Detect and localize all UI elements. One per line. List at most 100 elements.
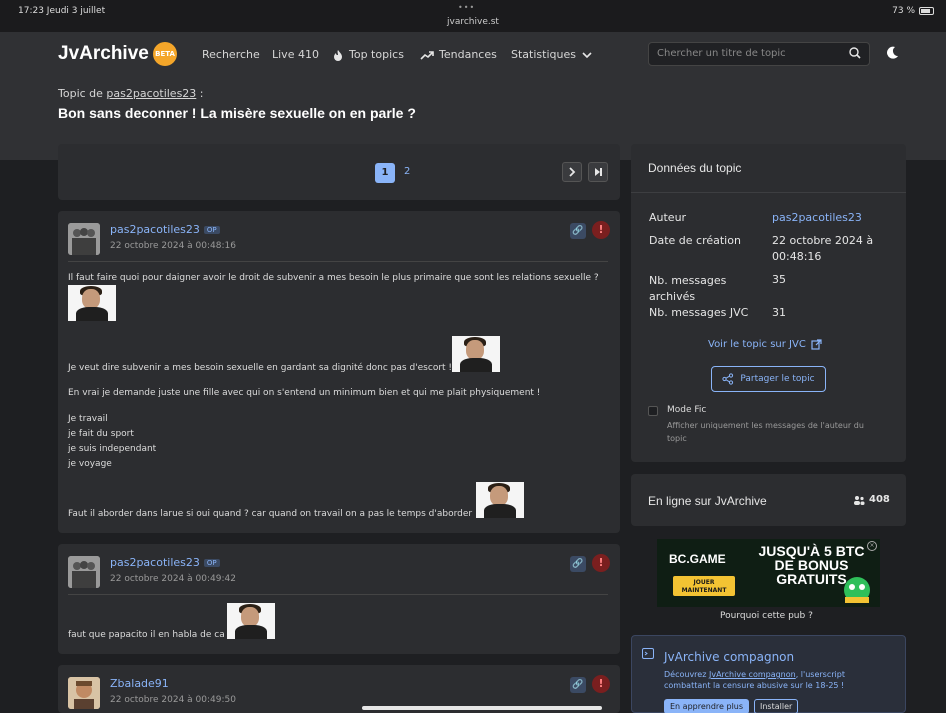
op-badge: OP: [203, 559, 220, 567]
sticker-face: [466, 340, 484, 360]
status-time: 17:23 Jeudi 3 juillet: [18, 6, 106, 16]
page-1-button[interactable]: 1: [375, 163, 395, 183]
sticker-body: [76, 307, 108, 321]
terminal-icon: [642, 648, 654, 659]
fic-desc-line2: topic: [667, 434, 687, 443]
search-input[interactable]: Chercher un titre de topic: [648, 42, 870, 66]
post-author-link[interactable]: Zbalade91: [110, 677, 169, 690]
nav-search[interactable]: Recherche: [202, 48, 260, 61]
post-text: je suis independant: [68, 444, 157, 454]
nav-live-label: Live 410: [272, 48, 319, 61]
op-badge: OP: [203, 226, 220, 234]
advertisement-banner[interactable]: BC.GAME JUSQU'À 5 BTC DE BONUS GRATUITS …: [657, 539, 880, 607]
share-topic-label: Partager le topic: [740, 374, 815, 384]
ad-mascot-icon: [844, 577, 870, 603]
nav-live[interactable]: Live 410: [272, 48, 319, 61]
battery-status: 73 %: [892, 6, 934, 16]
avatar[interactable]: [68, 677, 100, 709]
sticker-body: [235, 625, 267, 639]
view-on-jvc-link[interactable]: Voir le topic sur JVC: [708, 339, 822, 350]
post-author-name: Zbalade91: [110, 677, 169, 690]
post-header: pas2pacotiles23 OP 22 octobre 2024 à 00:4…: [68, 221, 608, 261]
companion-desc-prefix: Découvrez: [664, 670, 709, 679]
tab-dots-icon[interactable]: •••: [458, 3, 475, 12]
ad-cta-button[interactable]: JOUER MAINTENANT: [673, 576, 735, 596]
sticker-image: [68, 285, 116, 321]
last-page-button[interactable]: [588, 162, 608, 182]
search-placeholder: Chercher un titre de topic: [657, 48, 786, 59]
nav-trends[interactable]: Tendances: [420, 48, 497, 61]
post-date: 22 octobre 2024 à 00:48:16: [110, 241, 236, 251]
post-text: Faut il aborder dans larue si oui quand …: [68, 509, 473, 519]
post-text: faut que papacito il en habla de ca: [68, 630, 225, 640]
post-card: pas2pacotiles23 OP 22 octobre 2024 à 00:4…: [58, 211, 620, 533]
fic-mode-label: Mode Fic: [667, 405, 707, 415]
post-author-name: pas2pacotiles23: [110, 223, 200, 236]
avatar[interactable]: [68, 223, 100, 255]
fic-mode-description: Afficher uniquement les messages de l'au…: [667, 419, 864, 445]
post-text: Je veut dire subvenir a mes besoin sexue…: [68, 363, 453, 373]
next-page-button[interactable]: [562, 162, 582, 182]
report-icon[interactable]: !: [592, 221, 610, 239]
site-logo[interactable]: JvArchive: [58, 43, 149, 65]
jvc-count-label: Nb. messages JVC: [649, 306, 749, 319]
created-label: Date de création: [649, 234, 741, 247]
page-2-button[interactable]: 2: [404, 166, 410, 177]
home-indicator[interactable]: [362, 706, 602, 710]
users-icon: [854, 495, 865, 505]
install-button[interactable]: Installer: [754, 699, 799, 713]
search-icon[interactable]: [849, 47, 861, 59]
flame-icon: [334, 49, 342, 61]
sticker-body: [484, 504, 516, 518]
logo-badge-icon: BETA: [153, 42, 177, 66]
topic-title: Bon sans deconner ! La misère sexuelle o…: [58, 105, 416, 121]
post-author-link[interactable]: pas2pacotiles23 OP: [110, 223, 220, 236]
fic-mode-checkbox[interactable]: [648, 406, 658, 416]
battery-icon: [919, 7, 934, 15]
topic-author-link[interactable]: pas2pacotiles23: [106, 87, 196, 100]
author-label: Auteur: [649, 211, 687, 224]
post-date: 22 octobre 2024 à 00:49:50: [110, 695, 236, 705]
ad-close-icon[interactable]: ×: [867, 541, 877, 551]
site-header: JvArchive BETA Recherche Live 410 Top to…: [0, 32, 946, 160]
sticker-image: [476, 482, 524, 518]
companion-link[interactable]: JvArchive compagnon: [709, 670, 796, 679]
report-icon[interactable]: !: [592, 675, 610, 693]
nav-trends-label: Tendances: [439, 48, 497, 61]
companion-description: Découvrez JvArchive compagnon, l'userscr…: [664, 669, 845, 691]
moon-icon[interactable]: [884, 45, 900, 61]
sticker-image: [227, 603, 275, 639]
url-label[interactable]: jvarchive.st: [447, 17, 499, 27]
post-divider: [68, 594, 608, 595]
permalink-icon[interactable]: 🔗: [570, 677, 586, 693]
permalink-icon[interactable]: 🔗: [570, 223, 586, 239]
archived-value: 35: [772, 273, 786, 286]
companion-title: JvArchive compagnon: [664, 650, 795, 664]
nav-statistics[interactable]: Statistiques: [511, 48, 593, 61]
online-card: En ligne sur JvArchive 408: [631, 474, 906, 526]
avatar[interactable]: [68, 556, 100, 588]
share-topic-button[interactable]: Partager le topic: [711, 366, 826, 392]
avatar-image: [68, 556, 100, 588]
topic-data-divider: [631, 192, 906, 193]
post-card: pas2pacotiles23 OP 22 octobre 2024 à 00:4…: [58, 544, 620, 654]
trending-up-icon: [420, 50, 434, 60]
online-title: En ligne sur JvArchive: [648, 494, 767, 508]
post-divider: [68, 261, 608, 262]
post-header: pas2pacotiles23 OP 22 octobre 2024 à 00:4…: [68, 554, 608, 594]
post-author-name: pas2pacotiles23: [110, 556, 200, 569]
permalink-icon[interactable]: 🔗: [570, 556, 586, 572]
sticker-image: [452, 336, 500, 372]
companion-desc-line2: combattant la censure abusive sur le 18-…: [664, 681, 845, 690]
post-author-link[interactable]: pas2pacotiles23 OP: [110, 556, 220, 569]
learn-more-button[interactable]: En apprendre plus: [664, 699, 750, 713]
post-text: je fait du sport: [68, 429, 134, 439]
archived-label-line1: Nb. messages: [649, 274, 727, 287]
author-value-link[interactable]: pas2pacotiles23: [772, 210, 862, 226]
why-this-ad-link[interactable]: Pourquoi cette pub ?: [720, 611, 813, 621]
fic-desc-line1: Afficher uniquement les messages de l'au…: [667, 421, 864, 430]
nav-top-topics[interactable]: Top topics: [332, 48, 404, 61]
post-text: Il faut faire quoi pour daigner avoir le…: [68, 273, 599, 283]
report-icon[interactable]: !: [592, 554, 610, 572]
topic-by-line: Topic de pas2pacotiles23 :: [58, 87, 204, 100]
